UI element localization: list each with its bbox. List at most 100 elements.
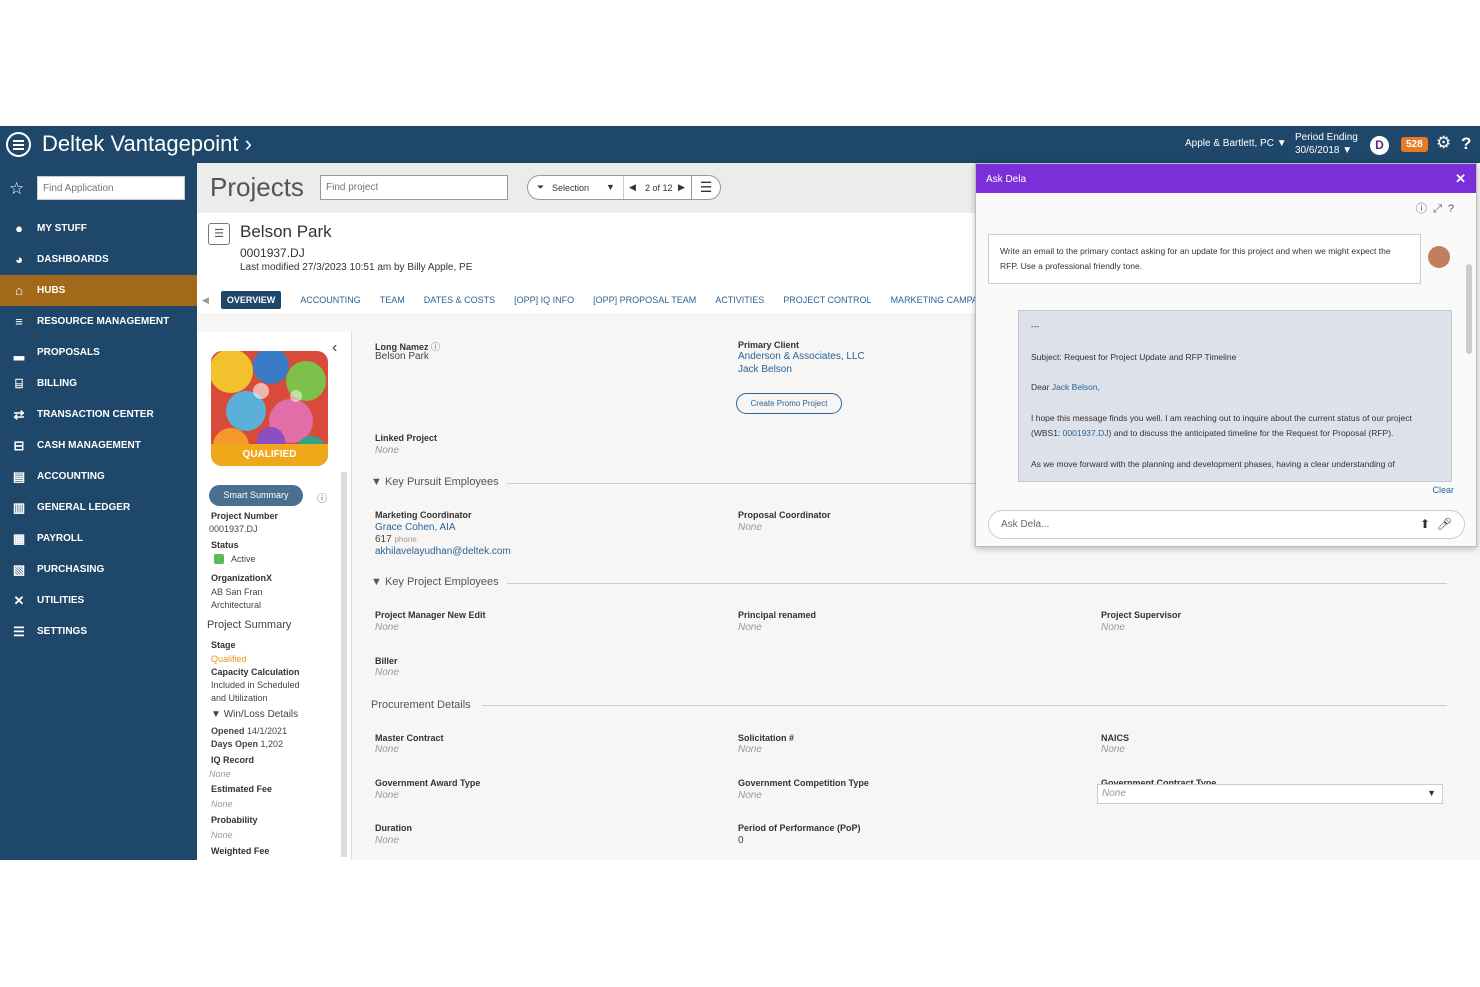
key-project-toggle[interactable]: ▼ Key Project Employees [371,576,499,588]
filter-icon[interactable]: ⏷ [537,182,544,193]
project-supervisor-label: Project Supervisor [1101,610,1182,620]
smart-summary-button[interactable]: Smart Summary [209,485,303,506]
tab-overview[interactable]: OVERVIEW [220,291,282,309]
primary-client-link[interactable]: Anderson & Associates, LLC [738,351,865,362]
ask-dela-input[interactable]: Ask Dela... ⬆ 🎤︎ [988,510,1465,539]
sidebar-item-my-stuff[interactable]: ● MY STUFF [0,213,197,244]
reply-name-link[interactable]: Jack Belson [1052,382,1098,392]
find-project-input[interactable] [320,175,508,200]
sidebar-item-accounting[interactable]: ▤ ACCOUNTING [0,461,197,492]
microphone-icon[interactable]: 🎤︎ [1437,517,1452,531]
page-header: Projects ⏷ Selection ▼ ◀ 2 of 12 ▶ ☰ [197,163,975,213]
marketing-coordinator-link[interactable]: Grace Cohen, AIA [375,522,456,533]
clear-button[interactable]: Clear [1432,485,1454,495]
sidebar-item-utilities[interactable]: ✕ UTILITIES [0,585,197,616]
reply-wbs-link[interactable]: 0001937.DJ [1063,428,1109,438]
user-message: Write an email to the primary contact as… [988,234,1421,284]
record-name: Belson Park [240,222,332,241]
sidebar-item-purchasing[interactable]: ▧ PURCHASING [0,554,197,585]
page-title: Projects [210,172,304,202]
help-icon[interactable]: ? [1461,134,1471,154]
previous-icon[interactable]: ◀ [629,182,636,193]
solicitation-value: None [738,744,762,755]
find-application-input[interactable] [37,176,185,200]
tab-opp-iq-info[interactable]: [OPP] IQ INFO [514,295,574,305]
key-pursuit-toggle[interactable]: ▼ Key Pursuit Employees [371,476,499,488]
sidebar-item-label: PROPOSALS [37,347,100,358]
sidebar-item-label: SETTINGS [37,626,88,637]
gov-competition-type-label: Government Competition Type [738,778,869,788]
tab-accounting[interactable]: ACCOUNTING [300,295,361,305]
chevron-down-icon[interactable]: ▼ [606,182,615,192]
primary-contact-link[interactable]: Jack Belson [738,364,792,375]
send-icon[interactable]: ⬆ [1420,517,1430,531]
primary-client-label: Primary Client [738,340,800,350]
proposal-coordinator-label: Proposal Coordinator [738,510,831,520]
chat-header: Ask Dela [976,164,1476,193]
notification-badge[interactable]: 528 [1401,137,1428,152]
divider [507,583,1447,584]
reply-paragraph-2: As we move forward with the planning and… [1031,458,1395,469]
winloss-toggle[interactable]: ▼ Win/Loss Details [211,709,298,720]
list-icon[interactable]: ☰ [691,175,721,200]
menu-icon[interactable] [6,132,31,157]
selection-label[interactable]: Selection [552,183,589,193]
stage-value: Qualified [211,654,247,664]
sidebar-item-dashboards[interactable]: ◕ DASHBOARDS [0,244,197,275]
sidebar-item-hubs[interactable]: ⌂ HUBS [0,275,197,306]
marketing-coordinator-label: Marketing Coordinator [375,510,472,520]
sidebar-item-resource-management[interactable]: ≡ RESOURCE MANAGEMENT [0,306,197,337]
collapse-icon[interactable]: ‹ [332,339,337,357]
tab-team[interactable]: TEAM [380,295,405,305]
next-icon[interactable]: ▶ [678,182,685,193]
sidebar-item-label: MY STUFF [37,223,87,234]
tab-dates-costs[interactable]: DATES & COSTS [424,295,495,305]
sidebar-item-settings[interactable]: ☰ SETTINGS [0,616,197,647]
sidebar-item-billing[interactable]: ⌸ BILLING [0,368,197,399]
linked-project-label: Linked Project [375,433,438,443]
sidebar-item-payroll[interactable]: ▦ PAYROLL [0,523,197,554]
app-brand[interactable]: Deltek Vantagepoint › [42,131,252,157]
info-icon[interactable]: ⓘ [317,490,327,505]
chevron-down-icon[interactable]: ▼ [1427,788,1436,798]
period-selector[interactable]: Period Ending 30/6/2018 ▼ [1295,131,1358,157]
tab-project-control[interactable]: PROJECT CONTROL [783,295,871,305]
sidebar-item-general-ledger[interactable]: ▥ GENERAL LEDGER [0,492,197,523]
sidebar-item-label: PURCHASING [37,564,105,575]
tab-activities[interactable]: ACTIVITIES [715,295,764,305]
gov-contract-type-value: None [1102,788,1126,799]
help-icon[interactable]: ? [1448,203,1454,215]
dela-icon[interactable]: D [1370,136,1389,155]
tab-opp-proposal-team[interactable]: [OPP] PROPOSAL TEAM [593,295,696,305]
gov-contract-type-dropdown[interactable]: None ▼ [1097,784,1443,804]
left-scrollbar[interactable] [341,472,347,857]
gear-icon[interactable]: ⚙ [1436,133,1451,153]
sidebar: ☆ ● MY STUFF ◕ DASHBOARDS ⌂ HUBS ≡ RESOURCE MAN… [0,163,197,860]
divider [482,705,1447,706]
expand-icon[interactable]: ⤢ [1433,203,1442,215]
estimated-fee-value: None [211,799,233,809]
record-header: ☰ Belson Park 0001937.DJ Last modified 2… [197,213,1040,313]
capacity-line2: and Utilization [211,693,268,703]
chat-scrollbar[interactable] [1466,264,1472,354]
sidebar-item-cash-management[interactable]: ⊟ CASH MANAGEMENT [0,430,197,461]
info-icon[interactable]: ⓘ [431,342,440,352]
create-promo-project-button[interactable]: Create Promo Project [736,393,842,414]
project-manager-label: Project Manager New Edit [375,610,486,620]
top-bar: Deltek Vantagepoint › Apple & Bartlett, … [0,126,1480,163]
chat-toolbar: ⓘ ⤢ ? [1416,200,1454,216]
close-icon[interactable]: ✕ [1455,171,1466,187]
sidebar-item-transaction-center[interactable]: ⇄ TRANSACTION CENTER [0,399,197,430]
star-icon[interactable]: ☆ [9,179,24,199]
qualified-banner: QUALIFIED [211,444,328,466]
sidebar-item-label: UTILITIES [37,595,85,606]
avatar [1428,246,1450,268]
tab-scroll-left-icon[interactable]: ◀ [202,295,209,306]
company-selector[interactable]: Apple & Bartlett, PC ▼ [1185,138,1287,149]
reply-dash: --- [1031,321,1040,331]
organization-line2: Architectural [211,600,262,610]
sidebar-item-proposals[interactable]: ▂ PROPOSALS [0,337,197,368]
info-icon[interactable]: ⓘ [1416,203,1427,215]
email-link[interactable]: akhilavelayudhan@deltek.com [375,546,511,557]
key-project-title: Key Project Employees [384,576,499,588]
